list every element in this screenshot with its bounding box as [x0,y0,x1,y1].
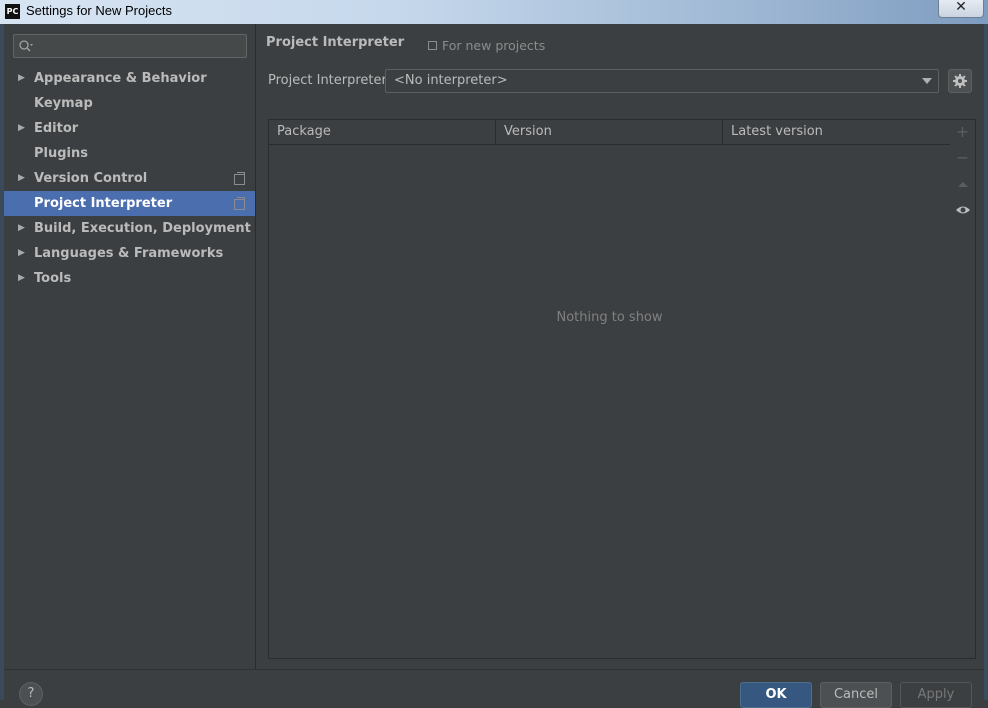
minus-icon[interactable]: − [950,146,975,170]
project-scope-icon [234,172,245,185]
up-arrow-icon[interactable] [950,172,975,196]
sidebar-item-label: Plugins [34,146,88,161]
sidebar-item-label: Editor [34,121,79,136]
column-header-version[interactable]: Version [496,120,723,144]
page-title: Project Interpreter [266,35,405,50]
sidebar-item-keymap[interactable]: Keymap [4,91,255,116]
table-header: Package Version Latest version [269,120,950,145]
chevron-down-icon [922,78,932,84]
expand-arrow-icon[interactable]: ▶ [18,266,25,291]
package-toolbar: + − [950,119,976,659]
sidebar-item-label: Keymap [34,96,93,111]
expand-arrow-icon[interactable]: ▶ [18,241,25,266]
sidebar-item-tools[interactable]: ▶ Tools [4,266,255,291]
gear-icon [953,74,967,88]
window-close-button[interactable]: ✕ [938,0,984,18]
sidebar-item-label: Appearance & Behavior [34,71,207,86]
search-icon [19,40,33,52]
sidebar-item-label: Build, Execution, Deployment [34,221,251,236]
settings-tree: ▶ Appearance & Behavior Keymap ▶ Editor … [4,66,255,291]
settings-search-input[interactable] [36,37,240,55]
plus-icon[interactable]: + [950,120,975,144]
settings-sidebar: ▶ Appearance & Behavior Keymap ▶ Editor … [4,24,256,669]
expand-arrow-icon[interactable]: ▶ [18,216,25,241]
eye-icon[interactable] [950,198,975,222]
title-bar: PC Settings for New Projects ✕ [0,0,988,24]
project-scope-icon [234,197,245,210]
sidebar-item-editor[interactable]: ▶ Editor [4,116,255,141]
sidebar-item-plugins[interactable]: Plugins [4,141,255,166]
pycharm-app-icon: PC [5,4,20,19]
help-button[interactable]: ? [19,682,43,706]
sidebar-item-label: Languages & Frameworks [34,246,224,261]
sidebar-item-label: Project Interpreter [34,196,173,211]
interpreter-label: Project Interpreter: [268,73,392,88]
ok-button[interactable]: OK [740,682,812,708]
sidebar-item-project-interpreter[interactable]: Project Interpreter [4,191,255,216]
window-frame-right [984,24,988,700]
packages-table: Package Version Latest version Nothing t… [268,119,951,659]
scope-note: For new projects [428,38,545,53]
sidebar-item-build-execution-deployment[interactable]: ▶ Build, Execution, Deployment [4,216,255,241]
expand-arrow-icon[interactable]: ▶ [18,66,25,91]
column-header-package[interactable]: Package [269,120,496,144]
apply-button[interactable]: Apply [900,682,972,708]
expand-arrow-icon[interactable]: ▶ [18,166,25,191]
interpreter-select-value: <No interpreter> [394,73,508,88]
column-header-latest-version[interactable]: Latest version [723,120,950,144]
sidebar-item-languages-frameworks[interactable]: ▶ Languages & Frameworks [4,241,255,266]
interpreter-select[interactable]: <No interpreter> [385,69,939,93]
sidebar-item-version-control[interactable]: ▶ Version Control [4,166,255,191]
expand-arrow-icon[interactable]: ▶ [18,116,25,141]
window-title: Settings for New Projects [26,3,172,18]
sidebar-item-appearance-behavior[interactable]: ▶ Appearance & Behavior [4,66,255,91]
scope-note-text: For new projects [442,38,546,53]
cancel-button[interactable]: Cancel [820,682,892,708]
copy-icon [428,41,437,50]
sidebar-item-label: Tools [34,271,72,286]
settings-search-box[interactable] [13,34,247,58]
project-interpreter-panel: Project Interpreter For new projects Pro… [256,24,984,669]
empty-table-message: Nothing to show [556,310,663,325]
dialog-button-bar: ? OK Cancel Apply [4,669,984,708]
sidebar-item-label: Version Control [34,171,148,186]
interpreter-settings-button[interactable] [948,69,972,93]
